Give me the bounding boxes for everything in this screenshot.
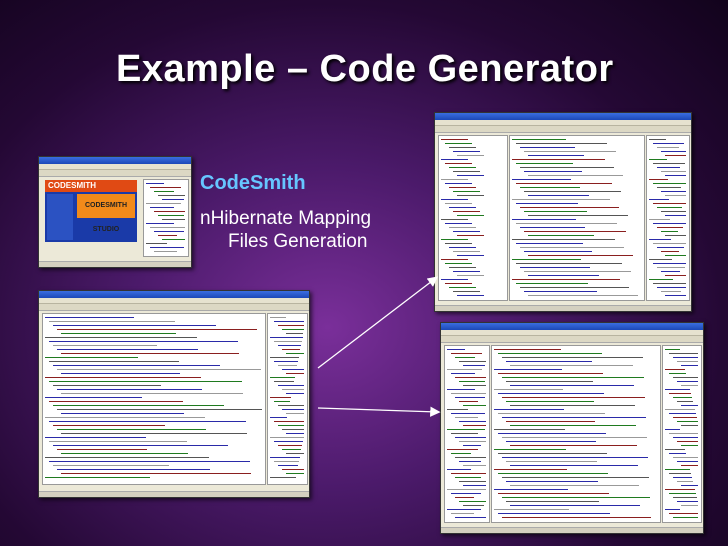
- arrow-to-code: [317, 406, 441, 417]
- arrow-to-mapping: [317, 276, 439, 369]
- slide: Example – Code Generator CodeSmith nHibe…: [0, 0, 728, 546]
- arrows-overlay: [317, 276, 441, 417]
